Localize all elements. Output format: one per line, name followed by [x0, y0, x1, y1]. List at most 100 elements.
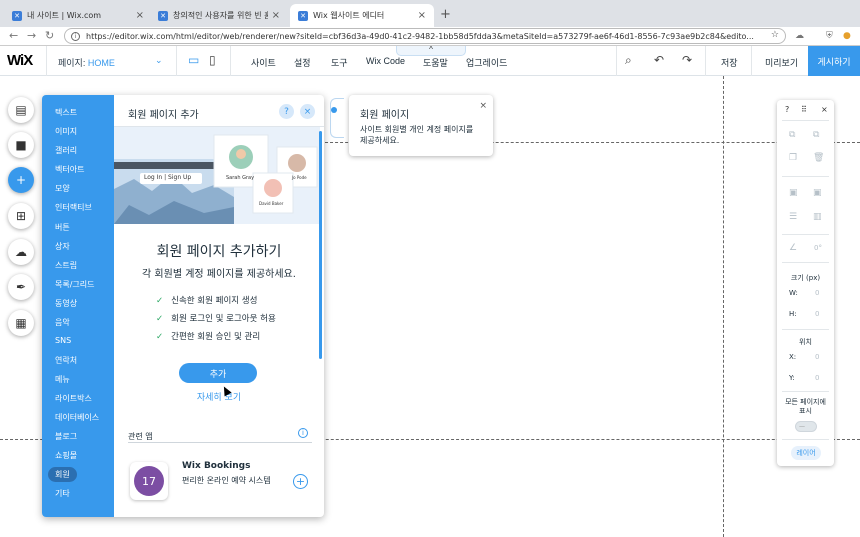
- menu-upgrade[interactable]: 업그레이드: [466, 56, 507, 69]
- category-item[interactable]: 버튼: [55, 222, 70, 233]
- add-app-button[interactable]: +: [293, 474, 308, 489]
- menu-site[interactable]: 사이트: [251, 56, 276, 69]
- desktop-view-icon[interactable]: ▭: [188, 53, 199, 67]
- close-icon[interactable]: ×: [300, 104, 315, 119]
- category-item[interactable]: 기타: [55, 488, 70, 499]
- delete-icon[interactable]: 🗑: [813, 153, 824, 163]
- redo-icon[interactable]: ↷: [682, 53, 692, 67]
- help-icon[interactable]: ?: [279, 104, 294, 119]
- reload-icon[interactable]: ↻: [45, 29, 54, 42]
- category-item[interactable]: 스트립: [55, 260, 77, 271]
- category-item[interactable]: 블로그: [55, 431, 77, 442]
- app-description: 편리한 온라인 예약 시스템: [182, 476, 271, 485]
- menu-wix-code[interactable]: Wix Code: [366, 56, 405, 66]
- category-item[interactable]: 이미지: [55, 126, 77, 137]
- tooltip-anchor-dot: [331, 107, 337, 113]
- duplicate-icon[interactable]: ❐: [789, 153, 797, 163]
- height-value[interactable]: 0: [815, 310, 819, 318]
- category-item[interactable]: 모양: [55, 183, 70, 194]
- bookmark-star-icon[interactable]: ☆: [771, 30, 779, 40]
- help-icon[interactable]: ?: [785, 105, 789, 114]
- close-tab-icon[interactable]: ×: [136, 10, 144, 21]
- add-apps-icon[interactable]: ⊞: [8, 203, 34, 229]
- site-info-icon[interactable]: i: [71, 31, 80, 41]
- category-item[interactable]: 벡터아트: [55, 164, 84, 175]
- y-value[interactable]: 0: [815, 374, 819, 382]
- save-button[interactable]: 저장: [721, 56, 738, 69]
- menu-help[interactable]: 도움말: [423, 56, 448, 69]
- close-tab-icon[interactable]: ×: [418, 10, 426, 21]
- toolbar-pull-tab[interactable]: ^: [396, 46, 466, 56]
- category-item[interactable]: 연락처: [55, 355, 77, 366]
- publish-button[interactable]: 게시하기: [808, 46, 860, 76]
- add-icon[interactable]: +: [8, 167, 34, 193]
- undo-icon[interactable]: ↶: [654, 53, 664, 67]
- pages-icon[interactable]: ▤: [8, 97, 34, 123]
- divider: [782, 439, 829, 440]
- app-name[interactable]: Wix Bookings: [182, 461, 250, 471]
- category-item[interactable]: 쇼핑몰: [55, 450, 77, 461]
- background-icon[interactable]: ■: [8, 132, 34, 158]
- distribute-icon[interactable]: ▥: [813, 212, 822, 222]
- category-item[interactable]: 상자: [55, 241, 70, 252]
- paste-icon[interactable]: ⧉: [813, 130, 819, 140]
- close-tab-icon[interactable]: ×: [272, 10, 280, 21]
- extension-icon[interactable]: ☁: [795, 31, 804, 41]
- back-arrow-icon[interactable]: ←: [9, 29, 18, 42]
- category-item[interactable]: 라이트박스: [55, 393, 92, 404]
- drag-handle-icon[interactable]: ⠿: [801, 105, 807, 114]
- forward-arrow-icon[interactable]: →: [27, 29, 36, 42]
- info-icon[interactable]: i: [298, 428, 308, 438]
- layers-button[interactable]: 레이어: [791, 446, 821, 460]
- members-subheading: 각 회원별 계정 페이지를 제공하세요.: [142, 269, 296, 280]
- browser-tab[interactable]: ✕ 창의적인 사용자를 위한 빈 홈페이지 ×: [150, 4, 288, 27]
- mobile-view-icon[interactable]: ▯: [209, 53, 216, 67]
- close-icon[interactable]: ×: [821, 105, 828, 114]
- extension-icon[interactable]: ⛨: [826, 31, 833, 41]
- feature-text: 회원 로그인 및 로그아웃 허용: [171, 314, 276, 324]
- rotate-icon[interactable]: ∠: [789, 243, 797, 253]
- x-value[interactable]: 0: [815, 353, 819, 361]
- chevron-down-icon[interactable]: ⌄: [155, 55, 163, 66]
- category-item[interactable]: 목록/그리드: [55, 279, 95, 290]
- upload-icon[interactable]: ☁: [8, 239, 34, 265]
- arrange-icon[interactable]: ▣: [813, 188, 822, 198]
- category-item[interactable]: 음악: [55, 317, 70, 328]
- category-item[interactable]: 데이터베이스: [55, 412, 99, 423]
- members-heading: 회원 페이지 추가하기: [156, 244, 282, 260]
- category-item[interactable]: 갤러리: [55, 145, 77, 156]
- preview-button[interactable]: 미리보기: [765, 56, 798, 69]
- arrange-icon[interactable]: ▣: [789, 188, 798, 198]
- add-members-button[interactable]: 추가: [179, 363, 257, 383]
- check-icon: ✓: [156, 332, 164, 342]
- calendar-icon[interactable]: ▦: [8, 310, 34, 336]
- zoom-search-icon[interactable]: ⌕: [625, 53, 632, 68]
- new-tab-button[interactable]: +: [440, 7, 451, 22]
- category-item[interactable]: SNS: [55, 336, 71, 345]
- rotation-value[interactable]: 0°: [814, 244, 822, 252]
- x-label: X:: [789, 353, 797, 361]
- close-icon[interactable]: ×: [479, 101, 487, 111]
- address-row: ← → ↻ i https://editor.wix.com/html/edit…: [0, 27, 860, 46]
- hero-name: Jo Pode: [292, 175, 307, 180]
- address-bar[interactable]: i https://editor.wix.com/html/editor/web…: [64, 28, 786, 44]
- profile-icon[interactable]: ●: [843, 31, 851, 41]
- browser-tab-active[interactable]: ✕ Wix 웹사이트 에디터 ×: [290, 4, 434, 27]
- category-item[interactable]: 인터랙티브: [55, 202, 92, 213]
- show-all-pages-toggle[interactable]: —: [795, 421, 817, 432]
- category-item-selected[interactable]: 회원: [48, 467, 77, 482]
- wix-bookings-app-icon[interactable]: 17: [130, 462, 168, 500]
- pen-icon[interactable]: ✒: [8, 274, 34, 300]
- category-item[interactable]: 동영상: [55, 298, 77, 309]
- width-value[interactable]: 0: [815, 289, 819, 297]
- align-icon[interactable]: ☰: [789, 212, 797, 222]
- browser-tab[interactable]: ✕ 내 사이트 | Wix.com ×: [4, 4, 152, 27]
- page-selector[interactable]: 페이지: HOME: [58, 56, 115, 69]
- menu-tools[interactable]: 도구: [331, 56, 348, 69]
- menu-settings[interactable]: 설정: [294, 56, 311, 69]
- learn-more-link[interactable]: 자세히 보기: [114, 390, 324, 403]
- category-item[interactable]: 메뉴: [55, 374, 70, 385]
- hero-login-text: Log In | Sign Up: [144, 174, 192, 181]
- category-item[interactable]: 텍스트: [55, 107, 77, 118]
- copy-icon[interactable]: ⧉: [789, 130, 795, 140]
